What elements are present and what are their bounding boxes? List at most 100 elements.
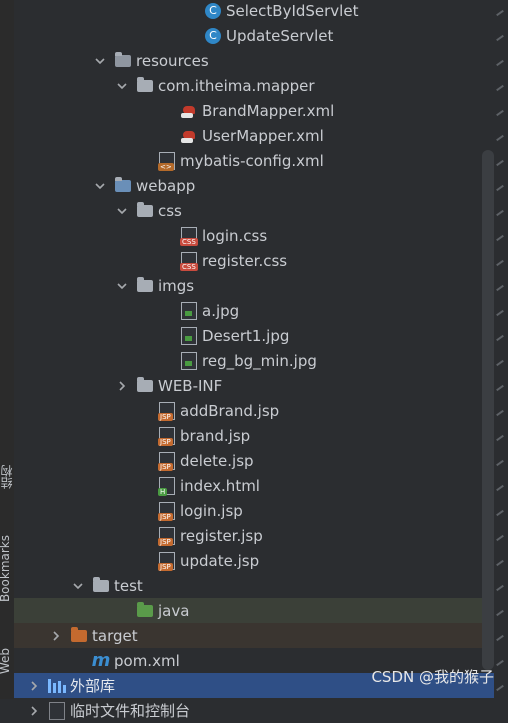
- tree-item-label: addBrand.jsp: [180, 401, 280, 420]
- tree-row[interactable]: JSP brand.jsp: [14, 423, 494, 448]
- chevron-right-icon[interactable]: [26, 703, 42, 719]
- folder-icon: [136, 201, 154, 220]
- left-tool-strip: 结构 Bookmarks Web: [0, 0, 15, 699]
- gutter-marker: [496, 234, 504, 242]
- tree-row[interactable]: imgs: [14, 273, 494, 298]
- chevron-down-icon[interactable]: [92, 53, 108, 69]
- tree-row[interactable]: CSS login.css: [14, 223, 494, 248]
- gutter-marker: [496, 609, 504, 617]
- bookmarks-tab[interactable]: Bookmarks: [0, 535, 12, 602]
- tree-item-label: mybatis-config.xml: [180, 151, 324, 170]
- folder-icon: [92, 576, 110, 595]
- tree-row[interactable]: C UpdateServlet: [14, 23, 494, 48]
- image-file-icon: [180, 301, 198, 320]
- tree-row[interactable]: test: [14, 573, 494, 598]
- gutter-marker: [496, 509, 504, 517]
- gutter-marker: [496, 534, 504, 542]
- gutter-marker: [496, 409, 504, 417]
- xml-icon: <>: [158, 151, 176, 171]
- image-file-icon: [180, 326, 198, 345]
- tree-item-label: css: [158, 201, 182, 220]
- mybatis-icon: [180, 127, 198, 145]
- gutter-marker: [496, 459, 504, 467]
- tree-item-label: brand.jsp: [180, 426, 251, 445]
- chevron-right-icon[interactable]: [26, 678, 42, 694]
- folder-icon: [136, 376, 154, 395]
- tree-item-label: reg_bg_min.jpg: [202, 351, 317, 370]
- gutter-marker: [496, 659, 504, 667]
- jsp-file-icon: JSP: [158, 501, 176, 521]
- chevron-down-icon[interactable]: [114, 278, 130, 294]
- tree-item-label: login.jsp: [180, 501, 243, 520]
- gutter-marker: [496, 559, 504, 567]
- gutter-marker: [496, 484, 504, 492]
- chevron-down-icon[interactable]: [114, 78, 130, 94]
- gutter-marker: [496, 334, 504, 342]
- mybatis-icon: [180, 102, 198, 120]
- tree-row[interactable]: a.jpg: [14, 298, 494, 323]
- gutter-marker: [496, 259, 504, 267]
- gutter-marker: [496, 34, 504, 42]
- tree-row[interactable]: Desert1.jpg: [14, 323, 494, 348]
- css-file-icon: CSS: [180, 251, 198, 271]
- tree-item-label: resources: [136, 51, 209, 70]
- tree-item-label: register.css: [202, 251, 288, 270]
- gutter-marker: [496, 9, 504, 17]
- tree-row[interactable]: JSP update.jsp: [14, 548, 494, 573]
- tree-row[interactable]: 临时文件和控制台: [14, 698, 494, 723]
- jsp-file-icon: JSP: [158, 401, 176, 421]
- tree-item-label: login.css: [202, 226, 268, 245]
- gutter-marker: [496, 434, 504, 442]
- gutter-marker: [496, 684, 504, 692]
- chevron-down-icon[interactable]: [92, 178, 108, 194]
- tree-row[interactable]: JSP delete.jsp: [14, 448, 494, 473]
- tree-item-label: pom.xml: [114, 651, 180, 670]
- tree-row[interactable]: target: [14, 623, 494, 648]
- watermark: CSDN @我的猴子: [371, 668, 494, 686]
- tree-row[interactable]: JSP addBrand.jsp: [14, 398, 494, 423]
- web-tab[interactable]: Web: [0, 648, 12, 674]
- chevron-right-icon[interactable]: [114, 378, 130, 394]
- chevron-right-icon[interactable]: [48, 628, 64, 644]
- tree-row[interactable]: JSP login.jsp: [14, 498, 494, 523]
- tree-row[interactable]: css: [14, 198, 494, 223]
- tree-row[interactable]: WEB-INF: [14, 373, 494, 398]
- structure-tab[interactable]: 结构: [0, 465, 15, 489]
- tree-item-label: Desert1.jpg: [202, 326, 290, 345]
- tree-row[interactable]: CSS register.css: [14, 248, 494, 273]
- resources-folder-icon: [114, 51, 132, 70]
- tree-row[interactable]: BrandMapper.xml: [14, 98, 494, 123]
- image-file-icon: [180, 351, 198, 370]
- tree-row[interactable]: reg_bg_min.jpg: [14, 348, 494, 373]
- tree-item-label: index.html: [180, 476, 260, 495]
- folder-icon: [136, 276, 154, 295]
- tree-row[interactable]: UserMapper.xml: [14, 123, 494, 148]
- tree-item-label: register.jsp: [180, 526, 263, 545]
- tree-row[interactable]: JSP register.jsp: [14, 523, 494, 548]
- tree-row[interactable]: C SelectByIdServlet: [14, 0, 494, 23]
- gutter-marker: [496, 209, 504, 217]
- gutter-marker: [496, 384, 504, 392]
- chevron-down-icon[interactable]: [70, 578, 86, 594]
- tree-row[interactable]: webapp: [14, 173, 494, 198]
- gutter-marker: [496, 309, 504, 317]
- tree-row[interactable]: <> mybatis-config.xml: [14, 148, 494, 173]
- tree-scrollbar[interactable]: [482, 150, 494, 670]
- tree-item-label: WEB-INF: [158, 376, 223, 395]
- tree-row[interactable]: Hindex.html: [14, 473, 494, 498]
- source-folder-icon: [136, 601, 154, 620]
- tree-row[interactable]: java: [14, 598, 494, 623]
- tree-row[interactable]: com.itheima.mapper: [14, 73, 494, 98]
- webapp-folder-icon: [114, 176, 132, 195]
- tree-row[interactable]: resources: [14, 48, 494, 73]
- css-file-icon: CSS: [180, 226, 198, 246]
- chevron-down-icon[interactable]: [114, 203, 130, 219]
